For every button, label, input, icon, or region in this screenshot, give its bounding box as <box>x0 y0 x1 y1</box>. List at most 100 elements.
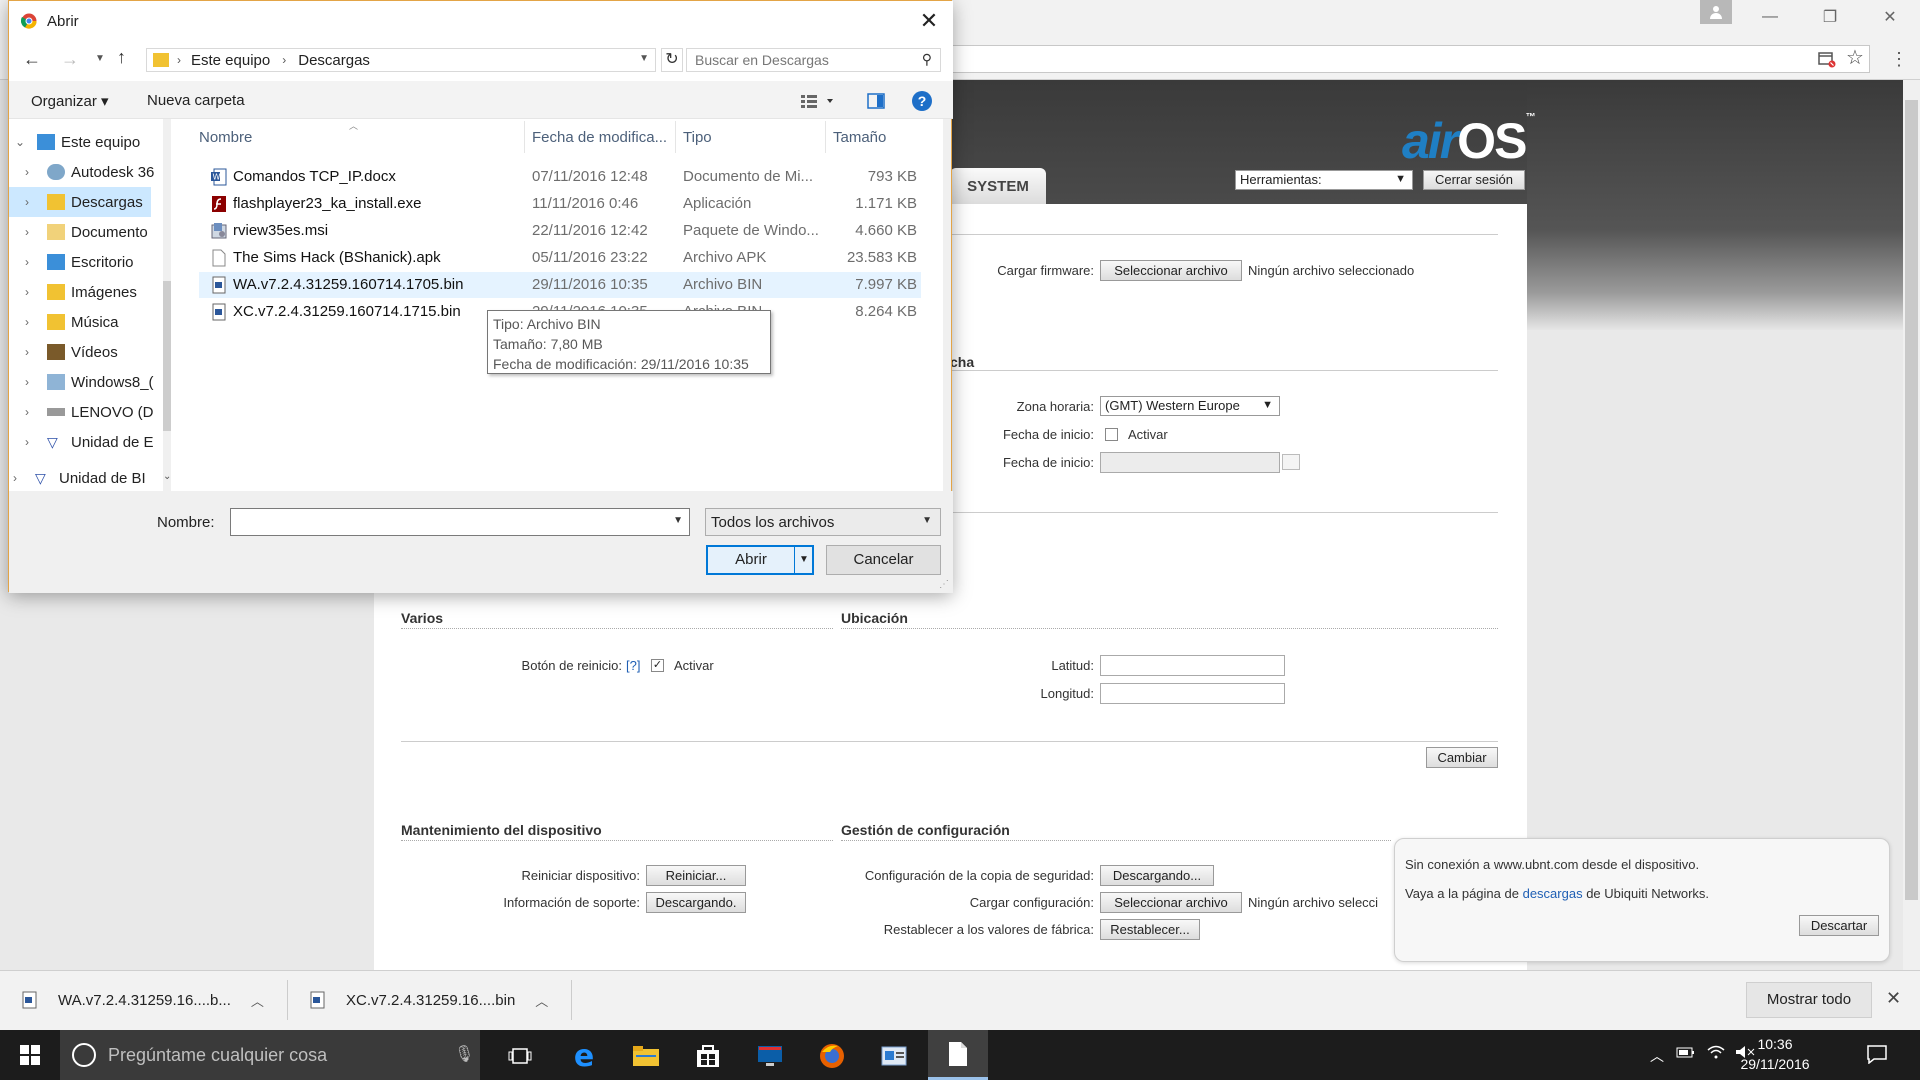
lenovo-app-icon[interactable] <box>742 1036 798 1076</box>
action-center-icon[interactable] <box>1866 1044 1888 1065</box>
offline-notice: Sin conexión a www.ubnt.com desde el dis… <box>1394 838 1890 962</box>
view-options-icon[interactable] <box>799 91 835 111</box>
nav-item-unidad-e[interactable]: › ▽ Unidad de E <box>9 427 159 457</box>
new-folder-button[interactable]: Nueva carpeta <box>147 92 245 109</box>
change-button[interactable]: Cambiar <box>1426 747 1498 768</box>
longitude-field[interactable] <box>1100 683 1285 704</box>
support-info-button[interactable]: Descargando. <box>646 892 746 913</box>
file-explorer-icon[interactable] <box>618 1036 674 1076</box>
nav-item-lenovo[interactable]: › LENOVO (D <box>9 397 159 427</box>
nav-item-escritorio[interactable]: › Escritorio <box>9 247 159 277</box>
battery-icon[interactable] <box>1676 1044 1696 1060</box>
show-hidden-icons[interactable]: ︿ <box>1650 1046 1664 1066</box>
file-row[interactable]: flashplayer23_ka_install.exe 11/11/2016 … <box>199 191 921 217</box>
bookmark-star-icon[interactable]: ☆ <box>1846 48 1866 68</box>
select-firmware-button[interactable]: Seleccionar archivo <box>1100 260 1242 281</box>
nav-item-unidad-bd[interactable]: › ▽ Unidad de BI <box>9 465 159 491</box>
user-profile-button[interactable] <box>1700 0 1732 24</box>
nav-item-windows8[interactable]: › Windows8_( <box>9 367 159 397</box>
backup-config-button[interactable]: Descargando... <box>1100 865 1214 886</box>
tools-select[interactable]: Herramientas: ▼ <box>1235 170 1413 190</box>
chevron-up-icon[interactable]: ︿ <box>251 991 264 1010</box>
start-button[interactable] <box>0 1030 60 1080</box>
column-header-name[interactable]: Nombre <box>199 129 252 146</box>
start-date-checkbox[interactable] <box>1105 428 1118 441</box>
column-header-type[interactable]: Tipo <box>675 129 712 146</box>
taskbar-clock[interactable]: 10:36 29/11/2016 <box>1715 1034 1835 1074</box>
download-item[interactable]: WA.v7.2.4.31259.16....b... ︿ <box>22 982 272 1018</box>
firefox-icon[interactable] <box>804 1036 860 1076</box>
recent-locations-chevron-icon[interactable]: ▼ <box>95 53 105 64</box>
address-bar[interactable]: › Este equipo › Descargas ▼ <box>146 48 656 72</box>
page-scrollbar-thumb[interactable] <box>1905 100 1918 900</box>
refresh-icon[interactable]: ↻ <box>661 48 683 72</box>
minimize-button[interactable]: — <box>1740 0 1800 34</box>
file-type-filter-select[interactable]: Todos los archivos ▼ <box>705 508 941 536</box>
start-date-field[interactable] <box>1100 452 1280 473</box>
search-input[interactable]: Buscar en Descargas ⚲ <box>686 48 941 72</box>
nav-item-autodesk[interactable]: › Autodesk 36 <box>9 157 159 187</box>
store-icon[interactable] <box>680 1036 736 1076</box>
cancel-button[interactable]: Cancelar <box>826 545 941 575</box>
filename-input[interactable]: ▼ <box>230 508 690 536</box>
blocked-popup-icon[interactable] <box>1818 50 1836 68</box>
omnibox[interactable] <box>930 45 1870 73</box>
breadcrumb-folder[interactable]: Descargas <box>298 52 370 69</box>
back-arrow-icon[interactable]: ← <box>23 49 41 70</box>
factory-reset-button[interactable]: Restablecer... <box>1100 919 1200 940</box>
microphone-icon[interactable]: 🎙 <box>454 1044 474 1064</box>
file-row-hovered[interactable]: WA.v7.2.4.31259.160714.1705.bin 29/11/20… <box>199 272 921 298</box>
latitude-field[interactable] <box>1100 655 1285 676</box>
nav-item-videos[interactable]: › Vídeos <box>9 337 159 367</box>
column-header-size[interactable]: Tamaño <box>825 129 886 146</box>
open-options-chevron-icon[interactable]: ▼ <box>796 547 812 573</box>
address-dropdown-icon[interactable]: ▼ <box>639 53 649 64</box>
nav-item-musica[interactable]: › Música <box>9 307 159 337</box>
logout-button[interactable]: Cerrar sesión <box>1423 170 1525 190</box>
divider <box>950 370 1498 371</box>
help-button[interactable]: ? <box>912 91 932 111</box>
task-view-icon[interactable] <box>492 1036 548 1076</box>
preview-pane-icon[interactable] <box>867 93 885 109</box>
upload-config-button[interactable]: Seleccionar archivo <box>1100 892 1242 913</box>
reboot-button[interactable]: Reiniciar... <box>646 865 746 886</box>
file-row[interactable]: rview35es.msi 22/11/2016 12:42 Paquete d… <box>199 218 921 244</box>
filename-label: Nombre: <box>157 514 215 531</box>
reset-activate-checkbox[interactable]: ✓ <box>651 659 664 672</box>
breadcrumb-root[interactable]: Este equipo <box>191 52 270 69</box>
tab-system[interactable]: SYSTEM <box>950 168 1046 204</box>
reset-button-label: Botón de reinicio: <box>521 658 622 673</box>
close-downloads-icon[interactable]: ✕ <box>1886 988 1906 1012</box>
dismiss-button[interactable]: Descartar <box>1799 915 1879 936</box>
nav-pane-scrollbar-thumb[interactable] <box>163 281 171 431</box>
downloads-link[interactable]: descargas <box>1523 886 1583 901</box>
browser-close-button[interactable]: ✕ <box>1860 0 1920 34</box>
file-row[interactable]: The Sims Hack (BShanick).apk 05/11/2016 … <box>199 245 921 271</box>
menu-icon[interactable]: ⋮ <box>1890 48 1908 70</box>
nav-item-documentos[interactable]: › Documento <box>9 217 159 247</box>
nav-item-este-equipo[interactable]: ⌄ Este equipo <box>9 127 159 157</box>
calendar-icon[interactable] <box>1282 454 1300 470</box>
cortana-search-box[interactable]: Pregúntame cualquier cosa 🎙 <box>60 1030 480 1080</box>
reset-help-link[interactable]: [?] <box>626 658 640 673</box>
timezone-select[interactable]: (GMT) Western Europe ▼ <box>1100 396 1280 416</box>
file-row[interactable]: W Comandos TCP_IP.docx 07/11/2016 12:48 … <box>199 164 921 190</box>
chevron-down-icon[interactable]: ▼ <box>673 515 683 526</box>
forward-arrow-icon[interactable]: → <box>61 49 79 70</box>
show-all-downloads-button[interactable]: Mostrar todo <box>1746 982 1872 1018</box>
organize-button[interactable]: Organizar ▾ <box>31 92 109 110</box>
download-item[interactable]: XC.v7.2.4.31259.16....bin ︿ <box>310 982 560 1018</box>
remote-app-icon[interactable] <box>866 1036 922 1076</box>
nav-item-imagenes[interactable]: › Imágenes <box>9 277 159 307</box>
column-header-date[interactable]: Fecha de modifica... <box>524 129 667 146</box>
restore-button[interactable]: ❐ <box>1800 0 1860 34</box>
factory-reset-label: Restablecer a los valores de fábrica: <box>883 922 1094 937</box>
chevron-up-icon[interactable]: ︿ <box>535 991 548 1010</box>
edge-browser-icon[interactable]: e <box>556 1036 612 1076</box>
dialog-close-button[interactable]: ✕ <box>907 1 951 41</box>
open-button[interactable]: Abrir ▼ <box>706 545 814 575</box>
resize-grip-icon[interactable]: ⋰ <box>939 579 951 591</box>
up-arrow-icon[interactable]: ↑ <box>117 47 126 68</box>
nav-item-descargas[interactable]: › Descargas <box>9 187 151 217</box>
active-window-icon[interactable] <box>928 1030 988 1080</box>
